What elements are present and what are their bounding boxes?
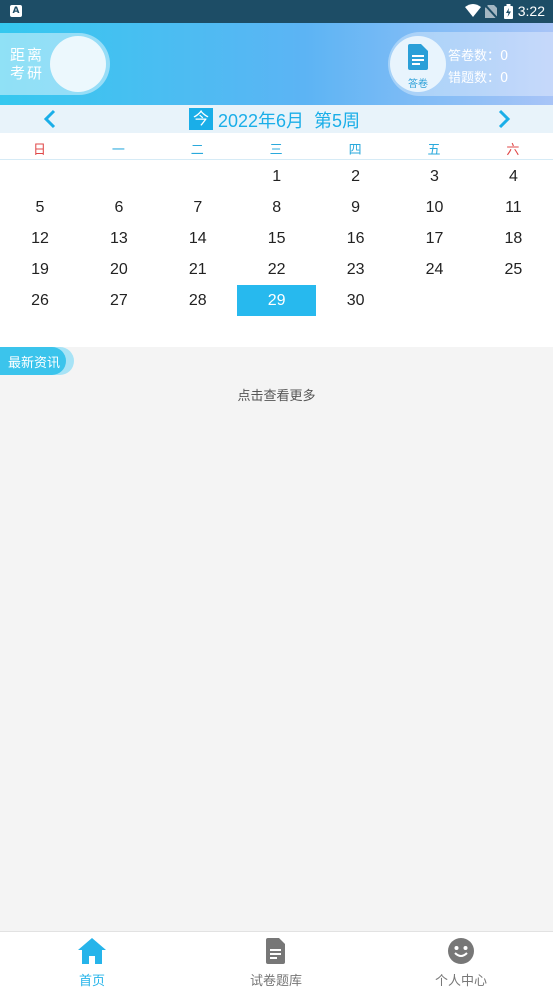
answered-count: 答卷数：0 bbox=[448, 49, 509, 64]
calendar-day[interactable]: 2 bbox=[316, 161, 395, 192]
weekday-label: 三 bbox=[269, 143, 283, 158]
home-icon bbox=[78, 938, 106, 964]
answer-sheet-label: 答卷 bbox=[408, 79, 428, 90]
calendar-day[interactable]: 11 bbox=[474, 192, 553, 223]
calendar-day[interactable]: 27 bbox=[79, 285, 158, 316]
calendar-day[interactable]: 26 bbox=[1, 285, 80, 316]
calendar-day[interactable]: 22 bbox=[237, 254, 316, 285]
tab-exam-bank[interactable]: 试卷题库 bbox=[184, 932, 368, 987]
app-notification-icon: A bbox=[10, 5, 22, 17]
news-section-tag: 最新资讯 bbox=[0, 347, 74, 375]
document-icon bbox=[408, 44, 428, 70]
calendar-day[interactable]: 28 bbox=[158, 285, 237, 316]
calendar-day[interactable]: 16 bbox=[316, 223, 395, 254]
wifi-icon bbox=[465, 4, 481, 17]
calendar-day[interactable]: 18 bbox=[474, 223, 553, 254]
tab-label: 试卷题库 bbox=[249, 974, 302, 987]
weekday-label: 六 bbox=[506, 143, 520, 158]
smiley-icon bbox=[448, 938, 474, 964]
calendar-day[interactable]: 6 bbox=[79, 192, 158, 223]
countdown-circle bbox=[50, 36, 106, 92]
weekday-row: 日一二三四五六 bbox=[0, 134, 553, 160]
bottom-nav: 首页 试卷题库 个人中心 bbox=[0, 931, 553, 987]
today-button[interactable]: 今 bbox=[189, 108, 213, 130]
calendar-day[interactable]: 10 bbox=[395, 192, 474, 223]
wrong-count: 错题数：0 bbox=[448, 71, 509, 86]
calendar-day-selected[interactable]: 29 bbox=[237, 285, 317, 316]
calendar-day[interactable]: 12 bbox=[1, 223, 80, 254]
see-more-link[interactable]: 点击查看更多 bbox=[0, 385, 553, 404]
calendar-day[interactable]: 21 bbox=[158, 254, 237, 285]
tab-label: 个人中心 bbox=[434, 974, 487, 987]
clock: 3:22 bbox=[517, 3, 545, 19]
countdown-label: 距离考研 bbox=[10, 46, 45, 82]
answer-sheet-button[interactable]: 答卷 bbox=[390, 36, 446, 92]
calendar-day[interactable]: 4 bbox=[474, 161, 553, 192]
calendar-day[interactable]: 15 bbox=[237, 223, 316, 254]
news-section-title: 最新资讯 bbox=[8, 356, 61, 371]
calendar-day[interactable]: 1 bbox=[237, 161, 316, 192]
exam-countdown[interactable]: 距离考研 bbox=[0, 33, 110, 95]
calendar-day[interactable]: 9 bbox=[316, 192, 395, 223]
weekday-label: 五 bbox=[427, 143, 441, 158]
answer-stats: 答卷 答卷数：0 错题数：0 bbox=[388, 32, 553, 96]
calendar-day[interactable]: 14 bbox=[158, 223, 237, 254]
calendar-header: 今 2022年6月 第5周 bbox=[0, 105, 553, 133]
calendar-day[interactable]: 13 bbox=[79, 223, 158, 254]
battery-icon bbox=[504, 4, 513, 19]
calendar-day[interactable]: 24 bbox=[395, 254, 474, 285]
weekday-label: 二 bbox=[190, 143, 204, 158]
calendar-day[interactable]: 25 bbox=[474, 254, 553, 285]
calendar-title: 2022年6月 第5周 bbox=[218, 111, 361, 131]
status-bar: A 3:22 bbox=[0, 0, 553, 23]
chevron-right-icon[interactable] bbox=[493, 109, 513, 129]
weekday-label: 四 bbox=[348, 143, 362, 158]
tab-home[interactable]: 首页 bbox=[0, 932, 184, 987]
weekday-label: 一 bbox=[111, 143, 125, 158]
calendar-day[interactable]: 7 bbox=[158, 192, 237, 223]
calendar-day[interactable]: 5 bbox=[1, 192, 80, 223]
calendar-day[interactable]: 3 bbox=[395, 161, 474, 192]
calendar-day[interactable]: 17 bbox=[395, 223, 474, 254]
header: 距离考研 答卷 答卷数：0 错题数：0 bbox=[0, 23, 553, 105]
calendar-day[interactable]: 20 bbox=[79, 254, 158, 285]
calendar-day[interactable]: 19 bbox=[1, 254, 80, 285]
chevron-left-icon[interactable] bbox=[41, 109, 61, 129]
tab-profile[interactable]: 个人中心 bbox=[369, 932, 553, 987]
calendar-day[interactable]: 23 bbox=[316, 254, 395, 285]
no-sim-icon bbox=[485, 5, 497, 18]
document-icon bbox=[266, 938, 285, 964]
calendar: 今 2022年6月 第5周 日一二三四五六 1 2 3 4 5 6 7 8 9 10 11 12 13 1… bbox=[0, 105, 553, 347]
calendar-day[interactable]: 30 bbox=[316, 285, 395, 316]
tab-label: 首页 bbox=[78, 974, 105, 987]
calendar-day[interactable]: 8 bbox=[237, 192, 316, 223]
weekday-label: 日 bbox=[32, 143, 46, 158]
